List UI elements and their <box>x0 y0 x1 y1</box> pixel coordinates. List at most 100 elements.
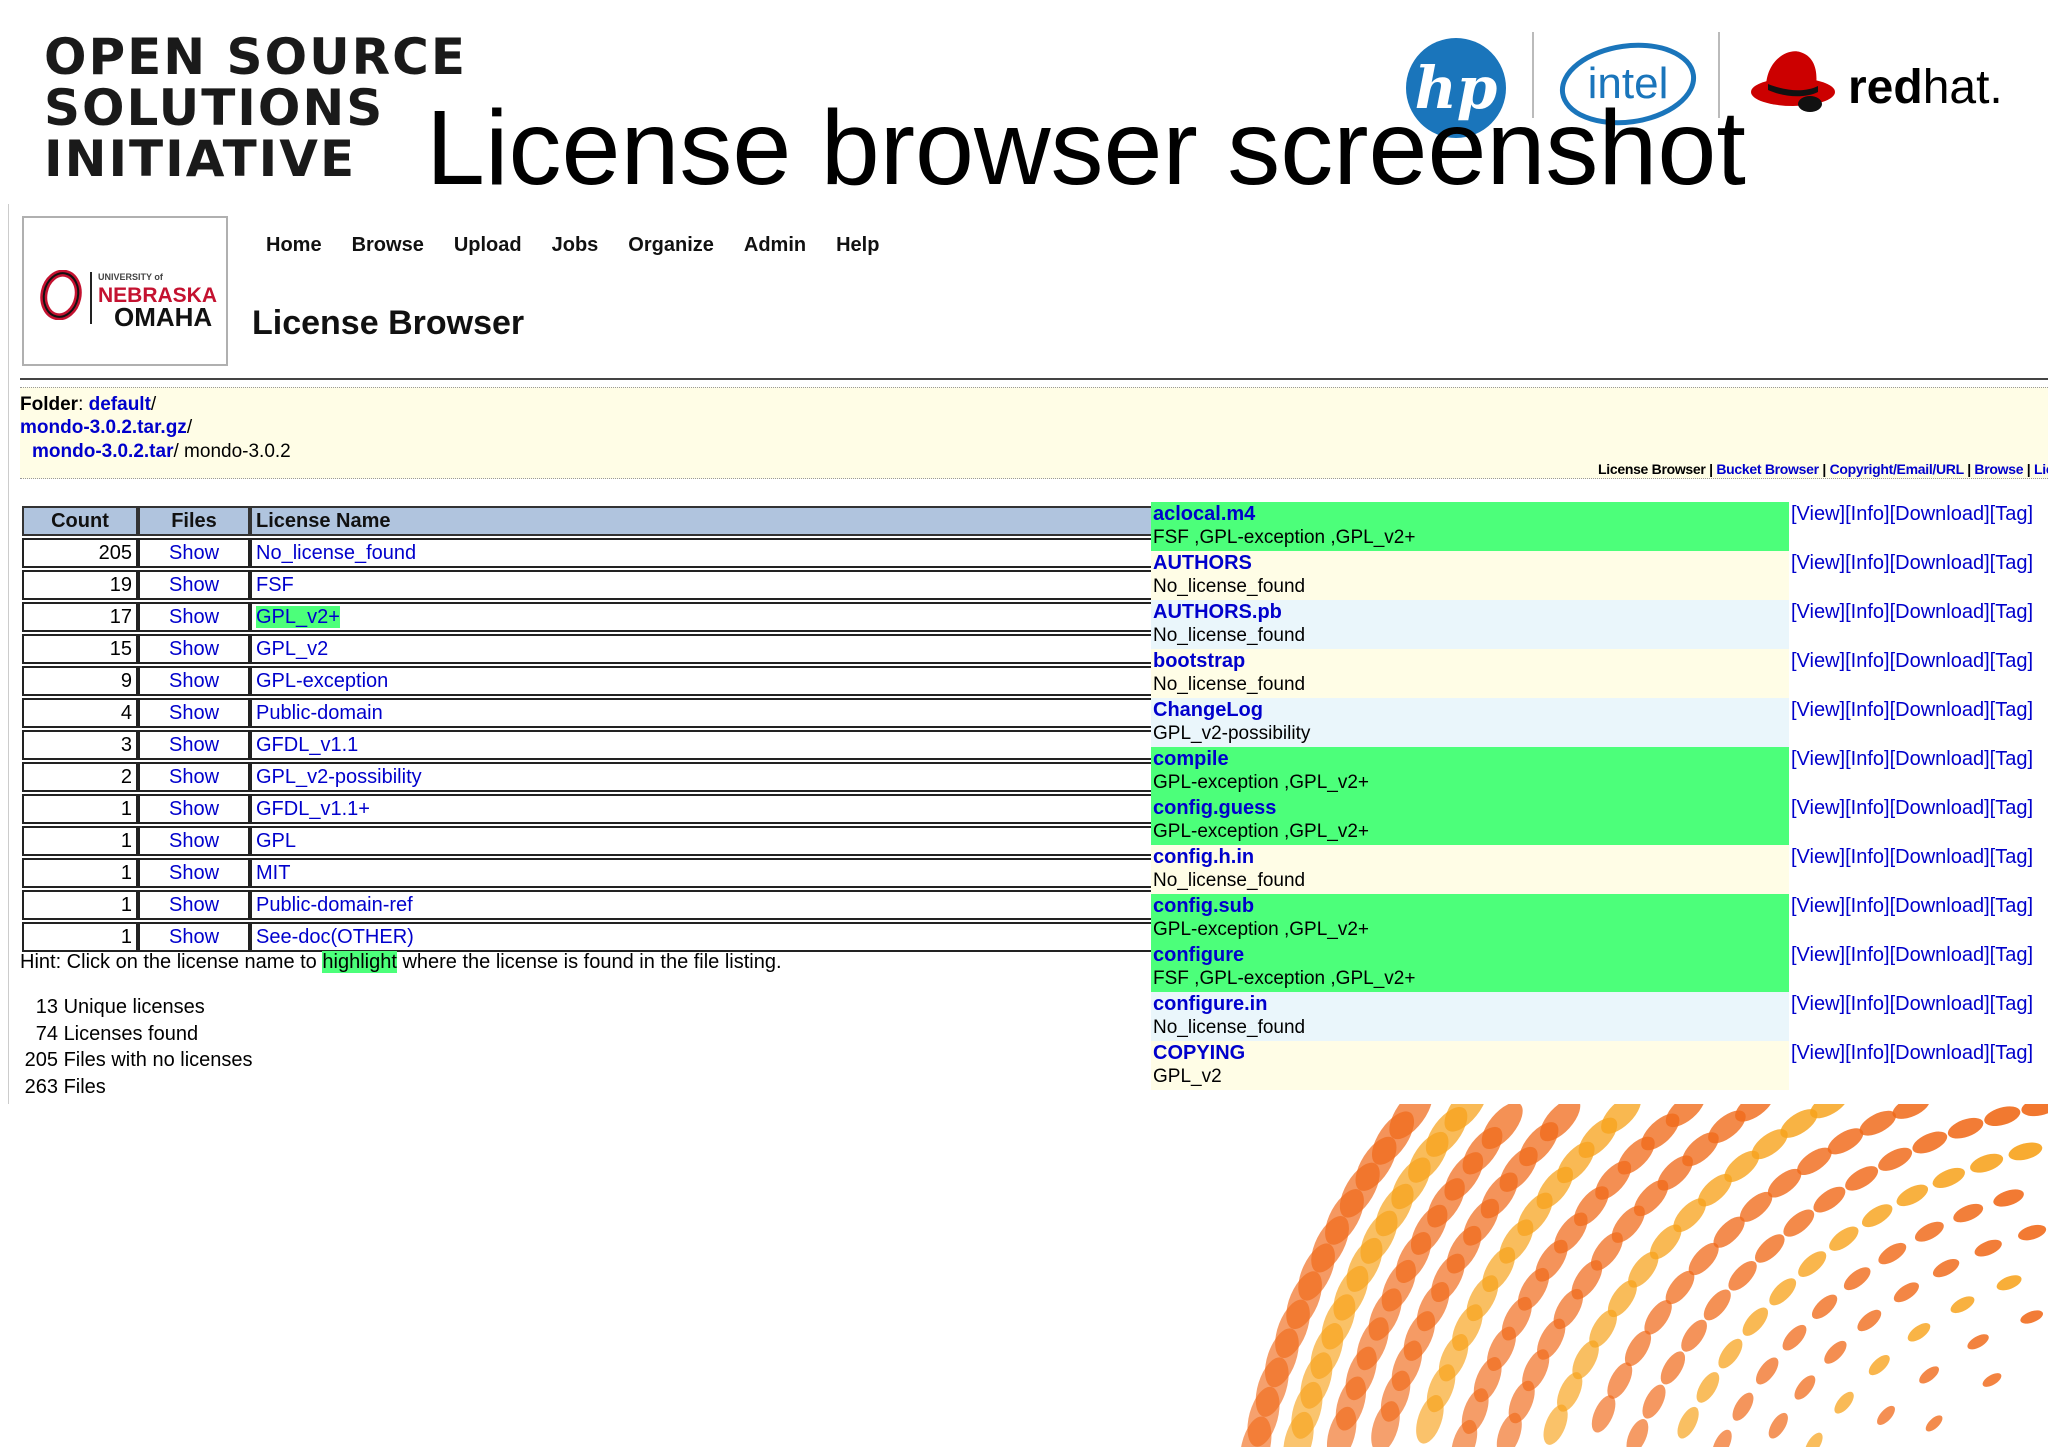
license-name-link[interactable]: GPL_v2 <box>250 634 1158 664</box>
tag-link[interactable]: [Tag] <box>1990 895 2033 917</box>
file-name-link[interactable]: configure.in <box>1153 993 1267 1016</box>
file-name-link[interactable]: config.guess <box>1153 797 1276 820</box>
view-link[interactable]: [View] <box>1791 503 1845 525</box>
file-name-link[interactable]: AUTHORS.pb <box>1153 601 1282 624</box>
show-files-link[interactable]: Show <box>138 826 250 856</box>
info-link[interactable]: [Info] <box>1845 944 1889 966</box>
info-link[interactable]: [Info] <box>1845 1042 1889 1064</box>
nav-browse[interactable]: Browse <box>352 234 424 257</box>
show-files-link[interactable]: Show <box>138 538 250 568</box>
sublink-license-browser[interactable]: License Browser <box>1598 461 1706 477</box>
show-files-link[interactable]: Show <box>138 634 250 664</box>
license-name-link[interactable]: Public-domain-ref <box>250 890 1158 920</box>
nav-upload[interactable]: Upload <box>454 234 522 257</box>
download-link[interactable]: [Download] <box>1890 797 1990 819</box>
show-files-link[interactable]: Show <box>138 762 250 792</box>
view-link[interactable]: [View] <box>1791 846 1845 868</box>
file-name-link[interactable]: AUTHORS <box>1153 552 1252 575</box>
license-name-link[interactable]: GPL <box>250 826 1158 856</box>
download-link[interactable]: [Download] <box>1890 699 1990 721</box>
tag-link[interactable]: [Tag] <box>1990 601 2033 623</box>
view-link[interactable]: [View] <box>1791 699 1845 721</box>
download-link[interactable]: [Download] <box>1890 552 1990 574</box>
view-link[interactable]: [View] <box>1791 797 1845 819</box>
show-files-link[interactable]: Show <box>138 922 250 952</box>
file-name-link[interactable]: config.sub <box>1153 895 1254 918</box>
folder-link-archive[interactable]: mondo-3.0.2.tar.gz <box>20 417 187 438</box>
license-name-link[interactable]: Public-domain <box>250 698 1158 728</box>
file-name-link[interactable]: config.h.in <box>1153 846 1254 869</box>
nav-jobs[interactable]: Jobs <box>552 234 599 257</box>
file-name-link[interactable]: aclocal.m4 <box>1153 503 1255 526</box>
file-name-link[interactable]: bootstrap <box>1153 650 1245 673</box>
download-link[interactable]: [Download] <box>1890 748 1990 770</box>
sublink-browse[interactable]: Browse <box>1974 461 2023 477</box>
download-link[interactable]: [Download] <box>1890 895 1990 917</box>
info-link[interactable]: [Info] <box>1845 503 1889 525</box>
info-link[interactable]: [Info] <box>1845 748 1889 770</box>
info-link[interactable]: [Info] <box>1845 993 1889 1015</box>
info-link[interactable]: [Info] <box>1845 650 1889 672</box>
download-link[interactable]: [Download] <box>1890 993 1990 1015</box>
download-link[interactable]: [Download] <box>1890 650 1990 672</box>
download-link[interactable]: [Download] <box>1890 1042 1990 1064</box>
show-files-link[interactable]: Show <box>138 730 250 760</box>
folder-link-default[interactable]: default <box>89 394 151 415</box>
nav-home[interactable]: Home <box>266 234 322 257</box>
info-link[interactable]: [Info] <box>1845 552 1889 574</box>
view-link[interactable]: [View] <box>1791 993 1845 1015</box>
view-link[interactable]: [View] <box>1791 650 1845 672</box>
tag-link[interactable]: [Tag] <box>1990 650 2033 672</box>
license-name-link[interactable]: See-doc(OTHER) <box>250 922 1158 952</box>
info-link[interactable]: [Info] <box>1845 601 1889 623</box>
nav-help[interactable]: Help <box>836 234 879 257</box>
tag-link[interactable]: [Tag] <box>1990 748 2033 770</box>
license-name-link[interactable]: MIT <box>250 858 1158 888</box>
license-name-link[interactable]: No_license_found <box>250 538 1158 568</box>
file-name-link[interactable]: configure <box>1153 944 1244 967</box>
license-name-link[interactable]: GFDL_v1.1 <box>250 730 1158 760</box>
download-link[interactable]: [Download] <box>1890 846 1990 868</box>
license-name-link[interactable]: GPL-exception <box>250 666 1158 696</box>
show-files-link[interactable]: Show <box>138 602 250 632</box>
info-link[interactable]: [Info] <box>1845 797 1889 819</box>
tag-link[interactable]: [Tag] <box>1990 944 2033 966</box>
file-name-link[interactable]: COPYING <box>1153 1042 1245 1065</box>
sublink-lic[interactable]: Lic <box>2034 461 2048 477</box>
view-link[interactable]: [View] <box>1791 748 1845 770</box>
download-link[interactable]: [Download] <box>1890 601 1990 623</box>
file-name-link[interactable]: ChangeLog <box>1153 699 1263 722</box>
download-link[interactable]: [Download] <box>1890 503 1990 525</box>
show-files-link[interactable]: Show <box>138 890 250 920</box>
nav-admin[interactable]: Admin <box>744 234 806 257</box>
info-link[interactable]: [Info] <box>1845 895 1889 917</box>
tag-link[interactable]: [Tag] <box>1990 552 2033 574</box>
tag-link[interactable]: [Tag] <box>1990 846 2033 868</box>
tag-link[interactable]: [Tag] <box>1990 503 2033 525</box>
show-files-link[interactable]: Show <box>138 698 250 728</box>
sublink-copyright[interactable]: Copyright/Email/URL <box>1830 461 1964 477</box>
show-files-link[interactable]: Show <box>138 570 250 600</box>
folder-link-tar[interactable]: mondo-3.0.2.tar <box>32 441 173 462</box>
license-name-link[interactable]: FSF <box>250 570 1158 600</box>
tag-link[interactable]: [Tag] <box>1990 993 2033 1015</box>
license-name-link[interactable]: GPL_v2+ <box>250 602 1158 632</box>
show-files-link[interactable]: Show <box>138 666 250 696</box>
license-name-link[interactable]: GFDL_v1.1+ <box>250 794 1158 824</box>
view-link[interactable]: [View] <box>1791 552 1845 574</box>
file-name-link[interactable]: compile <box>1153 748 1229 771</box>
view-link[interactable]: [View] <box>1791 944 1845 966</box>
show-files-link[interactable]: Show <box>138 858 250 888</box>
view-link[interactable]: [View] <box>1791 601 1845 623</box>
info-link[interactable]: [Info] <box>1845 846 1889 868</box>
download-link[interactable]: [Download] <box>1890 944 1990 966</box>
tag-link[interactable]: [Tag] <box>1990 1042 2033 1064</box>
license-name-link[interactable]: GPL_v2-possibility <box>250 762 1158 792</box>
nav-organize[interactable]: Organize <box>628 234 714 257</box>
view-link[interactable]: [View] <box>1791 895 1845 917</box>
info-link[interactable]: [Info] <box>1845 699 1889 721</box>
tag-link[interactable]: [Tag] <box>1990 797 2033 819</box>
sublink-bucket-browser[interactable]: Bucket Browser <box>1716 461 1819 477</box>
view-link[interactable]: [View] <box>1791 1042 1845 1064</box>
tag-link[interactable]: [Tag] <box>1990 699 2033 721</box>
